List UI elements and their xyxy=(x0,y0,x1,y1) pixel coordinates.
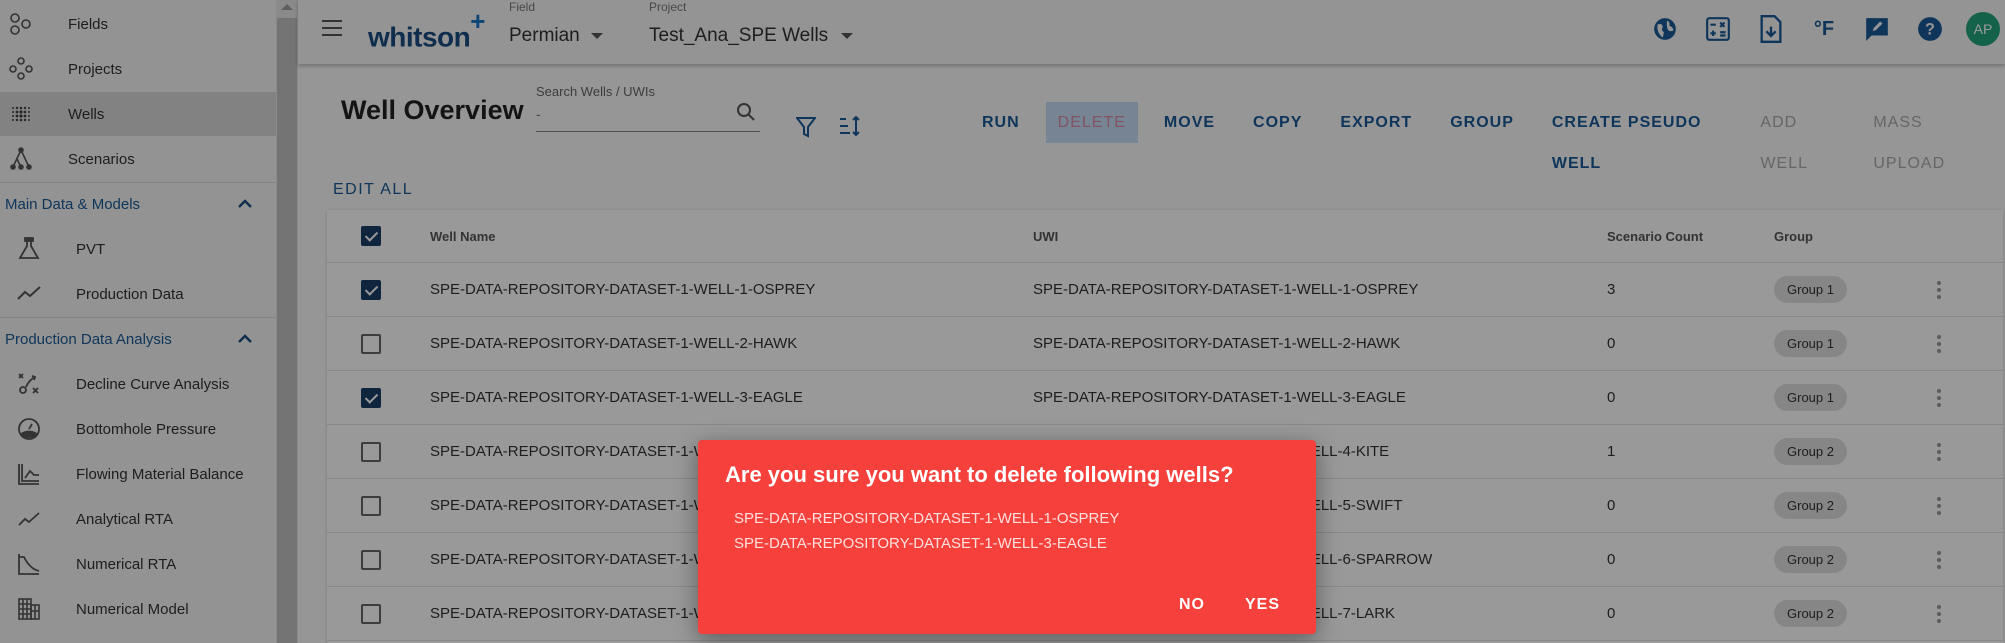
dialog-well-list: SPE-DATA-REPOSITORY-DATASET-1-WELL-1-OSP… xyxy=(734,506,1119,556)
dialog-well-item: SPE-DATA-REPOSITORY-DATASET-1-WELL-1-OSP… xyxy=(734,510,1120,527)
dialog-well-item: SPE-DATA-REPOSITORY-DATASET-1-WELL-3-EAG… xyxy=(734,535,1107,552)
dialog-actions: NO YES xyxy=(1139,596,1280,614)
dialog-title: Are you sure you want to delete followin… xyxy=(725,462,1234,487)
yes-button[interactable]: YES xyxy=(1245,596,1280,614)
no-button[interactable]: NO xyxy=(1179,596,1205,614)
delete-confirm-dialog: Are you sure you want to delete followin… xyxy=(698,440,1316,634)
